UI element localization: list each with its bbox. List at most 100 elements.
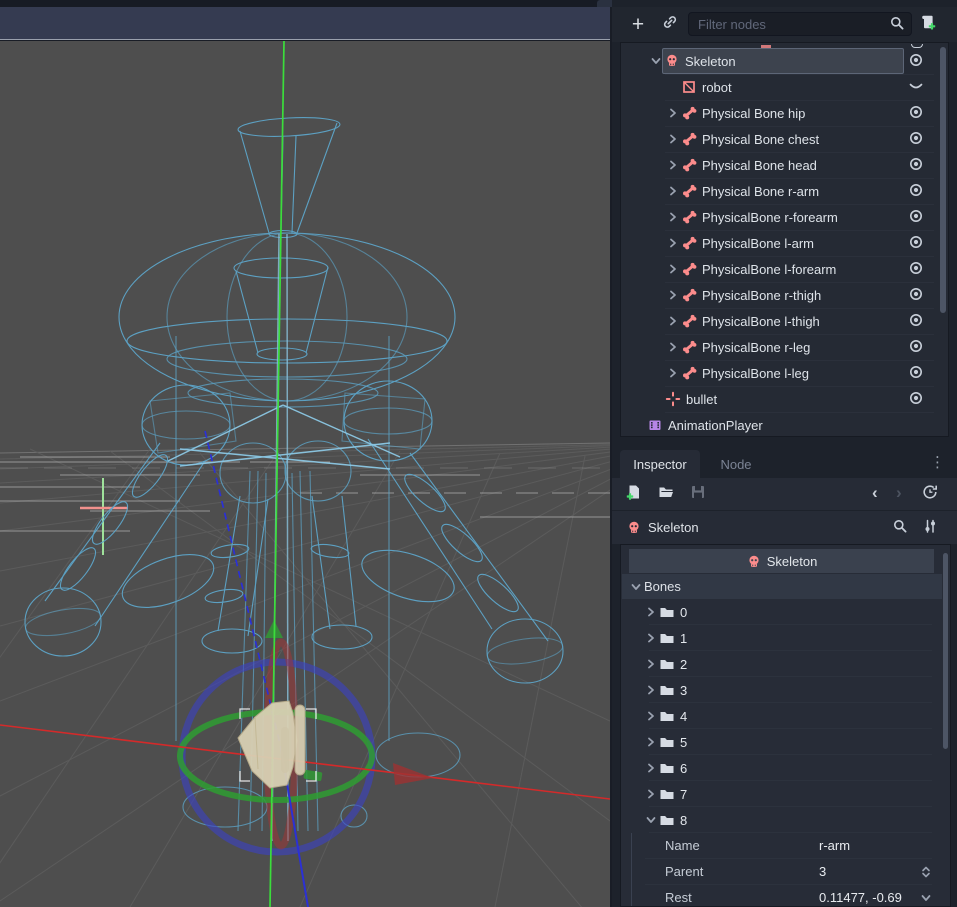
property-search-icon[interactable]	[892, 518, 912, 538]
extra-tools-icon[interactable]	[922, 518, 942, 538]
inspector-scrollbar-thumb[interactable]	[943, 553, 948, 749]
rest-pose-wires	[0, 457, 610, 531]
bone-item-6[interactable]: 6	[621, 755, 942, 781]
bone-item-2[interactable]: 2	[621, 651, 942, 677]
load-resource-icon[interactable]	[658, 484, 678, 504]
property-value-rest[interactable]: 0.11477, -0.69	[819, 890, 902, 905]
chevron-right-icon[interactable]	[665, 287, 681, 303]
chevron-down-icon[interactable]	[643, 812, 659, 828]
visibility-visible-icon[interactable]	[908, 130, 926, 148]
bone-item-0[interactable]: 0	[621, 599, 942, 625]
bone-item-7[interactable]: 7	[621, 781, 942, 807]
chevron-right-icon[interactable]	[665, 261, 681, 277]
bone-index-label: 7	[680, 787, 687, 802]
tree-node-animationplayer[interactable]: AnimationPlayer	[621, 412, 948, 437]
chevron-right-icon[interactable]	[643, 734, 659, 750]
tree-node-physical-bone-chest[interactable]: Physical Bone chest	[621, 126, 948, 152]
tree-node-physicalbone-l-arm[interactable]: PhysicalBone l-arm	[621, 230, 948, 256]
spinner-updown-icon[interactable]	[918, 864, 934, 880]
folder-icon	[659, 734, 675, 750]
history-back-icon[interactable]: ‹	[872, 482, 878, 504]
gizmo-plane-handle[interactable]	[303, 770, 322, 782]
tree-scrollbar[interactable]	[940, 45, 946, 434]
tree-node-label: Physical Bone chest	[702, 132, 819, 147]
visibility-visible-icon[interactable]	[908, 338, 926, 356]
history-forward-icon[interactable]: ›	[896, 482, 902, 504]
new-resource-icon[interactable]	[626, 484, 646, 504]
visibility-visible-icon[interactable]	[908, 390, 926, 408]
visibility-visible-icon[interactable]	[908, 364, 926, 382]
chevron-right-icon[interactable]	[665, 365, 681, 381]
chevron-right-icon[interactable]	[665, 105, 681, 121]
visibility-hidden-icon[interactable]	[908, 78, 926, 96]
section-bones[interactable]: Bones	[622, 574, 942, 599]
tree-node-physicalbone-r-forearm[interactable]: PhysicalBone r-forearm	[621, 204, 948, 230]
visibility-visible-icon[interactable]	[908, 52, 926, 70]
scene-tree-toolbar: +	[612, 7, 957, 42]
object-header: Skeleton	[629, 549, 934, 573]
property-value-name[interactable]: r-arm	[819, 838, 850, 853]
visibility-visible-icon[interactable]	[908, 260, 926, 278]
add-node-button[interactable]: +	[626, 11, 650, 37]
chevron-right-icon[interactable]	[665, 313, 681, 329]
chevron-down-icon[interactable]	[648, 53, 664, 69]
chevron-right-icon[interactable]	[643, 682, 659, 698]
chevron-right-icon[interactable]	[665, 235, 681, 251]
visibility-visible-icon[interactable]	[908, 156, 926, 174]
tree-node-physicalbone-r-thigh[interactable]: PhysicalBone r-thigh	[621, 282, 948, 308]
visibility-visible-icon[interactable]	[908, 286, 926, 304]
filter-nodes-input[interactable]	[689, 17, 889, 32]
visibility-visible-icon[interactable]	[908, 182, 926, 200]
tree-node-physical-bone-head[interactable]: Physical Bone head	[621, 152, 948, 178]
save-resource-icon[interactable]	[690, 484, 710, 504]
tab-inspector[interactable]: Inspector	[620, 450, 700, 478]
bone-icon	[681, 287, 697, 303]
visibility-visible-icon[interactable]	[908, 234, 926, 252]
chevron-right-icon[interactable]	[665, 339, 681, 355]
tree-node-label: Physical Bone hip	[702, 106, 805, 121]
bone-item-1[interactable]: 1	[621, 625, 942, 651]
chevron-right-icon[interactable]	[665, 183, 681, 199]
tree-node-physicalbone-l-leg[interactable]: PhysicalBone l-leg	[621, 360, 948, 386]
skeleton-icon	[746, 554, 761, 569]
bone-item-5[interactable]: 5	[621, 729, 942, 755]
bone-item-8[interactable]: 8	[621, 807, 942, 833]
chevron-right-icon[interactable]	[643, 604, 659, 620]
inspector-scrollbar[interactable]	[943, 547, 948, 904]
visibility-visible-icon[interactable]	[908, 208, 926, 226]
tree-node-bullet[interactable]: bullet	[621, 386, 948, 412]
tree-node-skeleton[interactable]: Skeleton	[621, 48, 948, 74]
visibility-visible-icon[interactable]	[908, 312, 926, 330]
x-axis-arrow[interactable]	[393, 763, 433, 785]
tab-node[interactable]: Node	[704, 450, 768, 478]
tree-node-label: robot	[702, 80, 732, 95]
chevron-right-icon[interactable]	[643, 656, 659, 672]
bone-item-3[interactable]: 3	[621, 677, 942, 703]
chevron-right-icon[interactable]	[643, 760, 659, 776]
chevron-right-icon[interactable]	[643, 708, 659, 724]
instance-scene-button[interactable]	[658, 11, 682, 37]
tree-node-physical-bone-hip[interactable]: Physical Bone hip	[621, 100, 948, 126]
chevron-right-icon[interactable]	[665, 209, 681, 225]
tab-menu-icon[interactable]: ⋮	[930, 453, 945, 471]
history-icon[interactable]	[922, 484, 942, 504]
chevron-right-icon[interactable]	[643, 630, 659, 646]
chevron-down-icon[interactable]	[918, 890, 934, 906]
bone-item-4[interactable]: 4	[621, 703, 942, 729]
tree-node-physicalbone-l-thigh[interactable]: PhysicalBone l-thigh	[621, 308, 948, 334]
tree-node-physicalbone-r-leg[interactable]: PhysicalBone r-leg	[621, 334, 948, 360]
tree-node-physicalbone-l-forearm[interactable]: PhysicalBone l-forearm	[621, 256, 948, 282]
tree-node-robot[interactable]: robot	[621, 74, 948, 100]
tree-node-physical-bone-r-arm[interactable]: Physical Bone r-arm	[621, 178, 948, 204]
chevron-right-icon[interactable]	[643, 786, 659, 802]
visibility-visible-icon[interactable]	[908, 104, 926, 122]
property-value-parent[interactable]: 3	[819, 864, 826, 879]
bone-icon	[681, 183, 697, 199]
property-label: Name	[665, 838, 700, 853]
chevron-right-icon[interactable]	[665, 157, 681, 173]
chevron-right-icon[interactable]	[665, 131, 681, 147]
3d-viewport[interactable]	[0, 41, 610, 907]
attach-script-button[interactable]	[916, 11, 940, 37]
tree-node-label: Physical Bone r-arm	[702, 184, 819, 199]
tree-scrollbar-thumb[interactable]	[940, 47, 946, 313]
